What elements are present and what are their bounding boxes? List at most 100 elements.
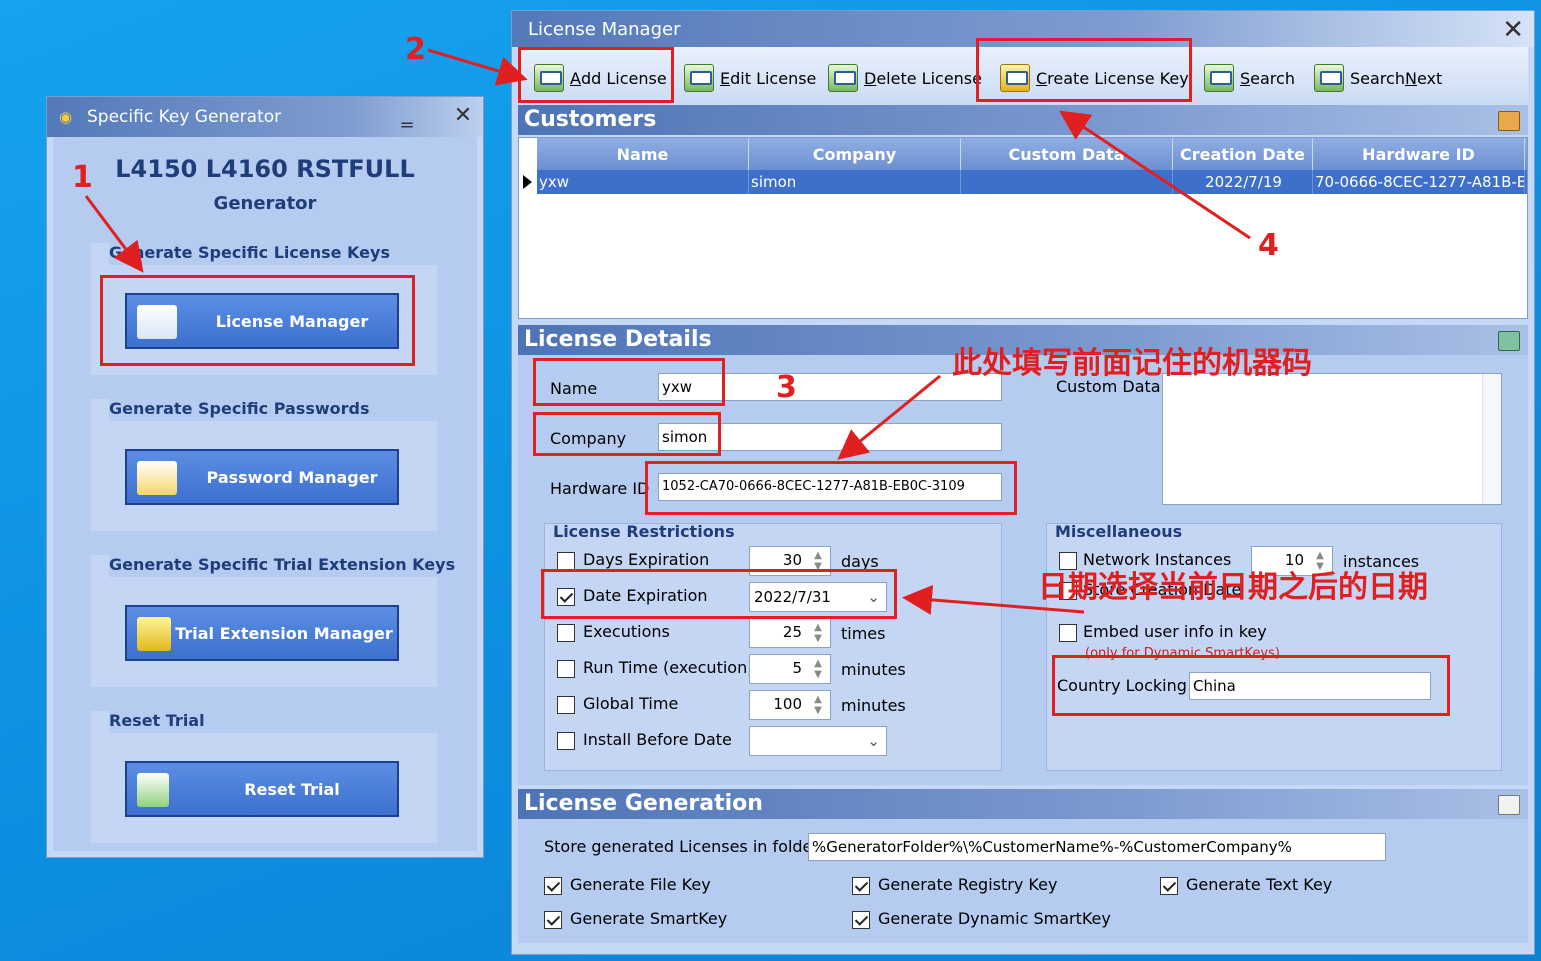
annotation-box-country-locking [1052, 655, 1450, 716]
install-before-date-picker[interactable]: ⌄ [749, 726, 887, 756]
file-key-checkbox[interactable] [544, 877, 562, 895]
text-key-checkbox[interactable] [1160, 877, 1178, 895]
cell-creation-date: 2022/7/19 [1173, 170, 1313, 194]
annotation-box-license-manager [100, 275, 415, 366]
column-header-company[interactable]: Company [749, 138, 961, 170]
license-generation-title: License Generation [524, 791, 763, 816]
key-generator-titlebar[interactable]: ◉ Specific Key Generator ‗ ✕ [47, 97, 483, 137]
annotation-number-2: 2 [405, 32, 426, 67]
smartkey-checkbox[interactable] [544, 911, 562, 929]
group-passwords: Generate Specific Passwords Password Man… [91, 399, 439, 531]
annotation-box-hardware-id [645, 461, 1017, 515]
annotation-box-name [533, 358, 725, 406]
executions-label: Executions [583, 622, 670, 641]
group-title: Generate Specific Trial Extension Keys [109, 555, 455, 577]
spin-arrows-icon[interactable]: ▲ ▼ [810, 658, 826, 680]
run-time-label: Run Time (execution) [583, 658, 754, 677]
text-key-label: Generate Text Key [1186, 875, 1333, 894]
customers-header: Customers [518, 105, 1528, 135]
spin-arrows-icon[interactable]: ▲ ▼ [810, 694, 826, 716]
global-time-stepper[interactable]: 100 ▲ ▼ [749, 690, 831, 720]
cell-company: simon [749, 170, 961, 194]
customers-title: Customers [524, 107, 657, 132]
reset-trial-button[interactable]: Reset Trial [125, 761, 399, 817]
registry-key-checkbox[interactable] [852, 877, 870, 895]
executions-stepper[interactable]: 25 ▲ ▼ [749, 618, 831, 648]
search-next-hotkey: N [1404, 68, 1417, 88]
folder-label: Store generated Licenses in folder: [544, 837, 825, 856]
custom-data-scrollbar[interactable] [1482, 374, 1501, 504]
annotation-number-3: 3 [776, 370, 797, 405]
license-restrictions-group: License Restrictions Days Expiration 30 ▲… [544, 522, 1002, 771]
search-label: earch [1250, 68, 1295, 88]
license-generation-pane: Store generated Licenses in folder: %Gen… [518, 819, 1528, 943]
days-expiration-checkbox[interactable] [557, 552, 575, 570]
product-subheading: Generator [213, 193, 317, 214]
stepper-value: 100 [773, 695, 802, 713]
annotation-note-date: 日期选择当前日期之后的日期 [1038, 570, 1428, 605]
arrow-2 [427, 48, 528, 86]
open-lock-icon [137, 617, 171, 651]
days-expiration-label: Days Expiration [583, 550, 710, 569]
password-manager-button[interactable]: Password Manager [125, 449, 399, 505]
table-row[interactable]: yxw simon 2022/7/19 70-0666-8CEC-1277-A8… [519, 170, 1527, 194]
cell-custom-data [961, 170, 1173, 194]
password-lock-icon [137, 461, 177, 495]
hardware-id-label: Hardware ID [550, 479, 650, 498]
product-heading: L4150 L4160 RSTFULL [115, 155, 415, 183]
row-pointer-icon [523, 175, 532, 189]
global-time-checkbox[interactable] [557, 696, 575, 714]
stepper-value: 30 [782, 551, 802, 569]
search-hotkey: S [1240, 68, 1251, 88]
app-icon: ◉ [59, 108, 73, 126]
search-next-icon [1314, 64, 1344, 92]
close-icon[interactable]: ✕ [449, 103, 477, 129]
edit-license-button[interactable]: Edit License [684, 57, 816, 99]
install-before-date-checkbox[interactable] [557, 732, 575, 750]
global-time-unit: minutes [841, 696, 906, 715]
dynamic-smartkey-checkbox[interactable] [852, 911, 870, 929]
edit-license-icon [684, 64, 714, 92]
close-icon[interactable]: ✕ [1502, 15, 1524, 45]
annotation-number-4: 4 [1258, 228, 1279, 263]
delete-hotkey: D [864, 68, 877, 88]
column-header-name[interactable]: Name [537, 138, 749, 170]
chevron-down-icon[interactable]: ⌄ [867, 727, 880, 755]
folder-input[interactable]: %GeneratorFolder%\%CustomerName%-%Custom… [808, 833, 1386, 861]
search-next-button[interactable]: Search Next [1314, 57, 1442, 99]
license-card-icon [1498, 331, 1520, 351]
search-button[interactable]: Search [1204, 57, 1295, 99]
spin-arrows-icon[interactable]: ▲ ▼ [810, 622, 826, 644]
search-next-label: ext [1416, 68, 1443, 88]
annotation-box-add-license [518, 47, 674, 103]
column-header-hardware-id[interactable]: Hardware ID [1313, 138, 1525, 170]
trial-extension-manager-button[interactable]: Trial Extension Manager [125, 605, 399, 661]
edit-hotkey: E [720, 68, 731, 88]
embed-user-info-checkbox[interactable] [1059, 624, 1077, 642]
delete-license-button[interactable]: Delete License [828, 57, 982, 99]
search-next-pre: Search [1350, 68, 1405, 88]
miscellaneous-group: Miscellaneous Network Instances 10 ▲ ▼ ins… [1046, 522, 1502, 771]
custom-data-textarea[interactable] [1162, 373, 1502, 505]
group-trial-extension: Generate Specific Trial Extension Keys T… [91, 555, 455, 687]
executions-checkbox[interactable] [557, 624, 575, 642]
group-reset-trial: Reset Trial Reset Trial [91, 711, 439, 843]
stepper-value: 25 [782, 623, 802, 641]
registry-key-label: Generate Registry Key [878, 875, 1058, 894]
miscellaneous-title: Miscellaneous [1055, 522, 1183, 541]
minimize-icon[interactable]: ‗ [393, 103, 421, 129]
column-header-custom-data[interactable]: Custom Data [961, 138, 1173, 170]
annotation-note-hardware-id: 此处填写前面记住的机器码 [952, 346, 1312, 381]
global-time-label: Global Time [583, 694, 679, 713]
users-icon [1498, 111, 1520, 131]
cell-hardware-id: 70-0666-8CEC-1277-A81B-EB [1313, 170, 1525, 194]
search-icon [1204, 64, 1234, 92]
calendar-refresh-icon [137, 773, 169, 807]
run-time-stepper[interactable]: 5 ▲ ▼ [749, 654, 831, 684]
dynamic-smartkey-label: Generate Dynamic SmartKey [878, 909, 1111, 928]
key-generator-title: Specific Key Generator [87, 107, 282, 127]
group-title: Generate Specific Passwords [109, 399, 439, 421]
run-time-checkbox[interactable] [557, 660, 575, 678]
column-header-creation-date[interactable]: Creation Date [1173, 138, 1313, 170]
stepper-value: 5 [792, 659, 802, 677]
